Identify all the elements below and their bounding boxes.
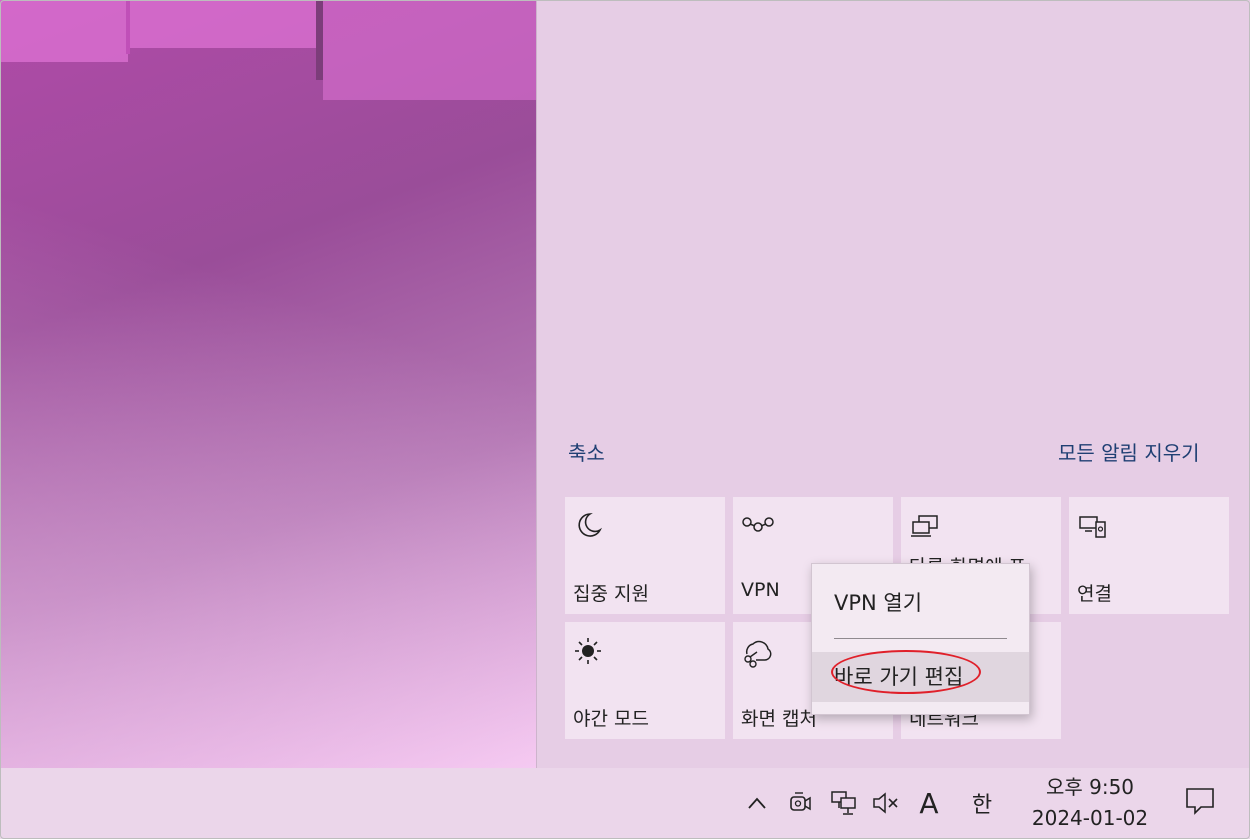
- connect-icon: [1077, 511, 1107, 541]
- menu-item-edit-quick-actions[interactable]: 바로 가기 편집: [812, 652, 1029, 702]
- clear-all-notifications-link[interactable]: 모든 알림 지우기: [1058, 437, 1200, 466]
- tile-night-light[interactable]: 야간 모드: [565, 622, 725, 739]
- tile-label: 화면 캡처: [741, 708, 817, 730]
- collapse-link[interactable]: 축소: [568, 437, 605, 466]
- vpn-icon: [741, 511, 774, 541]
- menu-item-open-vpn[interactable]: VPN 열기: [812, 578, 1029, 628]
- network-icon[interactable]: [828, 786, 860, 820]
- menu-separator: [834, 638, 1007, 639]
- clock-date: 2024-01-02: [1031, 806, 1149, 830]
- tile-focus-assist[interactable]: 집중 지원: [565, 497, 725, 614]
- meet-now-icon[interactable]: [786, 786, 814, 820]
- chevron-up-icon[interactable]: [744, 786, 770, 820]
- notification-center-button[interactable]: [1170, 774, 1230, 832]
- speaker-muted-icon[interactable]: [870, 786, 902, 820]
- project-icon: [909, 511, 939, 541]
- brightness-icon: [573, 636, 603, 666]
- tile-label: 연결: [1077, 583, 1112, 605]
- tile-connect[interactable]: 연결: [1069, 497, 1229, 614]
- notification-icon: [1184, 786, 1216, 820]
- context-menu: VPN 열기 바로 가기 편집: [811, 563, 1030, 715]
- ime-mode-indicator[interactable]: A: [914, 786, 944, 820]
- moon-icon: [573, 511, 603, 541]
- ime-language-indicator[interactable]: 한: [966, 786, 998, 820]
- taskbar-clock[interactable]: 오후 9:50 2024-01-02: [1025, 772, 1155, 834]
- taskbar: A 한 오후 9:50 2024-01-02: [0, 768, 1250, 839]
- tile-label: VPN: [741, 579, 780, 601]
- snip-icon: [741, 636, 772, 668]
- tile-label: 집중 지원: [573, 583, 649, 605]
- desktop-wallpaper: [0, 0, 536, 768]
- tile-label: 야간 모드: [573, 708, 649, 730]
- clock-time: 오후 9:50: [1045, 775, 1135, 799]
